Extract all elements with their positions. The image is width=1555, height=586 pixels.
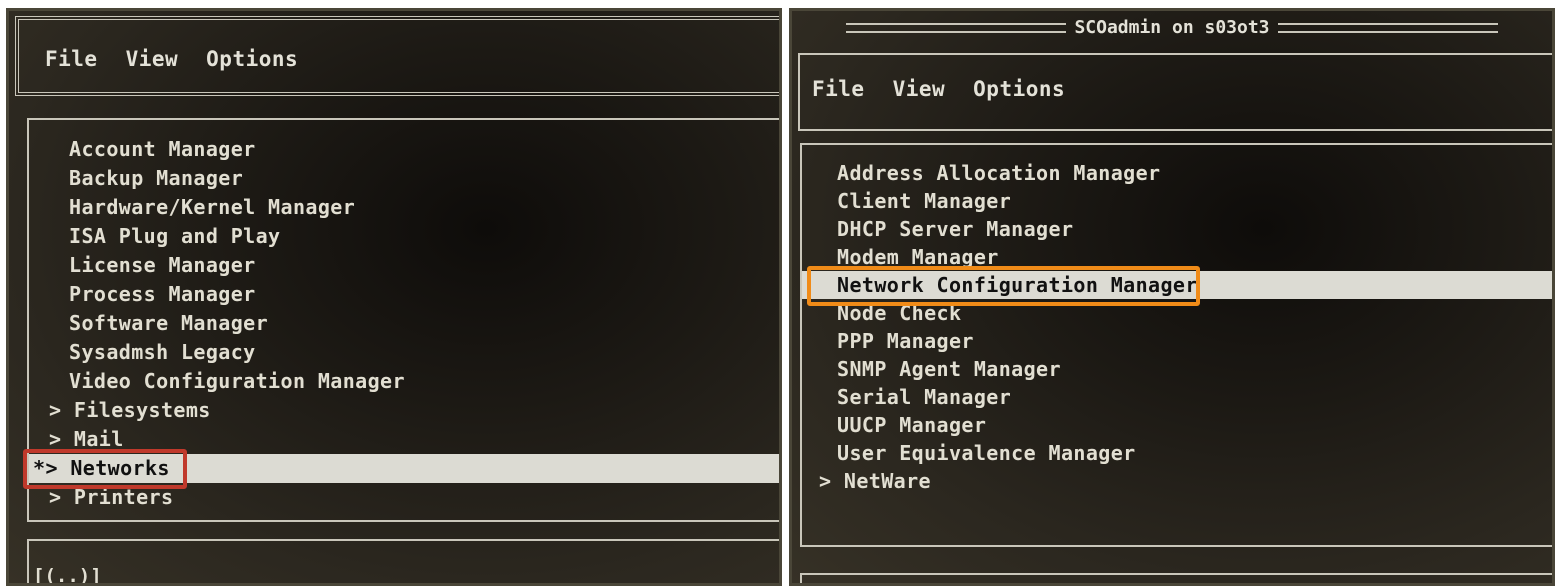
list-item[interactable]: Node Check [802,299,1552,327]
title-rule-left [846,23,1067,33]
menu-options[interactable]: Options [206,47,298,71]
right-screen: SCOadmin on s03ot3 File View Options Add… [789,8,1555,586]
manager-list: Account Manager Backup Manager Hardware/… [29,135,779,512]
menu-bar: File View Options [812,77,1065,101]
menu-file[interactable]: File [812,77,865,101]
list-item[interactable]: Serial Manager [802,383,1552,411]
list-item[interactable]: Modem Manager [802,243,1552,271]
list-item[interactable]: Address Allocation Manager [802,159,1552,187]
list-item[interactable]: Backup Manager [29,164,779,193]
menu-view[interactable]: View [893,77,946,101]
list-item[interactable]: License Manager [29,251,779,280]
list-item[interactable]: PPP Manager [802,327,1552,355]
list-item[interactable]: Video Configuration Manager [29,367,779,396]
list-item[interactable]: SNMP Agent Manager [802,355,1552,383]
manager-list: Address Allocation Manager Client Manage… [802,159,1552,495]
menu-view[interactable]: View [126,47,179,71]
menu-bar: File View Options [45,47,298,71]
list-item-netware[interactable]: > NetWare [802,467,1552,495]
list-item[interactable]: Client Manager [802,187,1552,215]
status-frame [800,573,1552,583]
window-title-bar: SCOadmin on s03ot3 [792,17,1552,38]
list-item[interactable]: User Equivalence Manager [802,439,1552,467]
menu-options[interactable]: Options [973,77,1065,101]
list-item-network-configuration-manager[interactable]: Network Configuration Manager [802,271,1552,299]
list-item[interactable]: Software Manager [29,309,779,338]
window-title: SCOadmin on s03ot3 [1074,17,1270,38]
left-screen: File View Options Account Manager Backup… [6,8,782,586]
list-item-mail[interactable]: > Mail [29,425,779,454]
list-item[interactable]: DHCP Server Manager [802,215,1552,243]
list-item-filesystems[interactable]: > Filesystems [29,396,779,425]
list-item[interactable]: ISA Plug and Play [29,222,779,251]
list-item[interactable]: Hardware/Kernel Manager [29,193,779,222]
list-item[interactable]: Sysadmsh Legacy [29,338,779,367]
list-item[interactable]: Process Manager [29,280,779,309]
menu-file[interactable]: File [45,47,98,71]
status-frame [27,539,779,583]
list-item[interactable]: UUCP Manager [802,411,1552,439]
status-text: [(..)] [33,565,102,586]
list-item-printers[interactable]: > Printers [29,483,779,512]
list-item[interactable]: Account Manager [29,135,779,164]
title-rule-right [1277,23,1498,33]
list-item-networks[interactable]: *> Networks [29,454,779,483]
